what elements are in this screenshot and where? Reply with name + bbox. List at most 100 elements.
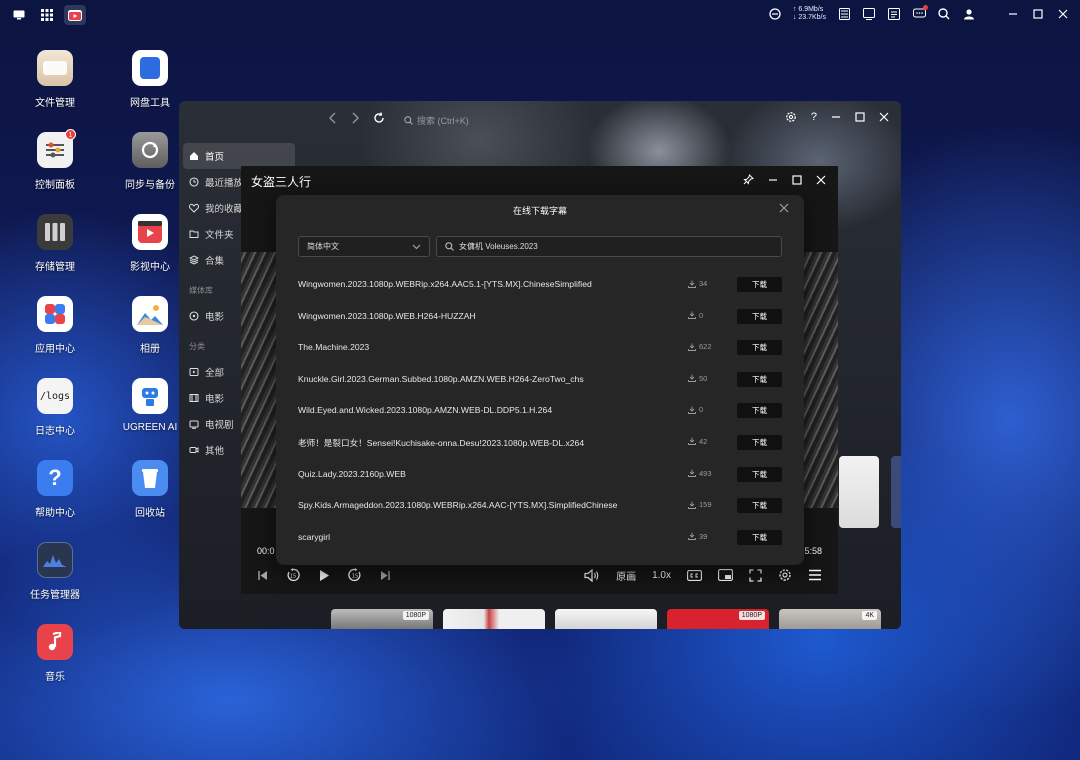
close-icon[interactable]: [816, 175, 826, 185]
download-button[interactable]: 下载: [737, 277, 782, 292]
monitor-panel-icon[interactable]: [862, 7, 876, 21]
sidebar-item-label: 合集: [205, 256, 225, 267]
desktop-icon-task-manager[interactable]: 任务管理器: [15, 542, 95, 601]
camera-icon: [189, 447, 199, 453]
download-button[interactable]: 下载: [737, 340, 782, 356]
subtitle-name: Spy.Kids.Armageddon.2023.1080p.WEBRip.x2…: [298, 500, 618, 511]
desktop-icon-label: 控制面板: [35, 180, 75, 191]
user-icon[interactable]: [962, 7, 976, 21]
download-count: 159: [688, 500, 712, 509]
back-icon[interactable]: [329, 112, 337, 124]
desktop-icon-photos[interactable]: 相册: [110, 296, 190, 355]
network-speed: ↑ 6.9Mb/s ↓ 23.7Kb/s: [793, 6, 826, 22]
folder-icon: [37, 50, 73, 86]
library-search-input[interactable]: 搜索 (Ctrl+K): [404, 110, 534, 130]
network-speed-icon[interactable]: [768, 7, 782, 21]
cloud-drive-icon: [132, 50, 168, 86]
download-count-icon: [688, 469, 696, 478]
taskbar-left: [8, 5, 86, 25]
download-button[interactable]: 下载: [737, 529, 782, 545]
picture-in-picture-icon[interactable]: [718, 569, 733, 581]
desktop-icon-app-center[interactable]: 应用中心: [15, 296, 95, 355]
close-icon[interactable]: [778, 202, 790, 214]
language-select[interactable]: 简体中文: [298, 236, 430, 257]
logs-icon: /logs: [37, 378, 73, 414]
quality-selector[interactable]: 原画: [616, 568, 636, 583]
desktop-icon-sync-backup[interactable]: 同步与备份: [110, 132, 190, 191]
fullscreen-icon[interactable]: [749, 568, 762, 582]
download-button[interactable]: 下载: [737, 403, 782, 419]
poster-thumbnail[interactable]: [891, 456, 901, 528]
subtitles-icon[interactable]: [687, 569, 702, 581]
poster-thumbnail[interactable]: [839, 456, 879, 528]
maximize-icon[interactable]: [792, 174, 802, 185]
desktop-icon-storage[interactable]: 存储管理: [15, 214, 95, 273]
minimize-icon[interactable]: [1006, 7, 1020, 21]
list-panel-icon[interactable]: [887, 7, 901, 21]
download-button[interactable]: 下载: [737, 498, 782, 514]
poster-thumbnail[interactable]: [555, 609, 657, 629]
close-icon[interactable]: [1056, 7, 1070, 21]
desktop-icon-label: 音乐: [45, 672, 65, 683]
desktop-icon-help-center[interactable]: ? 帮助中心: [15, 460, 95, 519]
sync-icon: [132, 132, 168, 168]
poster-thumbnail[interactable]: [443, 609, 545, 629]
desktop-icon-label: 回收站: [135, 508, 165, 519]
poster-thumbnail[interactable]: 1080P: [667, 609, 769, 629]
help-question-icon[interactable]: ?: [811, 111, 817, 123]
maximize-icon[interactable]: [1031, 7, 1045, 21]
playlist-icon[interactable]: [808, 569, 822, 581]
desktop-icon-music[interactable]: 音乐: [15, 624, 95, 683]
app-launcher-button[interactable]: [36, 5, 58, 25]
refresh-icon[interactable]: [373, 112, 385, 124]
poster-thumbnail[interactable]: 1080P: [331, 609, 433, 629]
list-item: Wingwomen.2023.1080p.WEB.H264-HUZZAH 0 下…: [276, 300, 804, 332]
desktop-icon-label: 相册: [140, 344, 160, 355]
desktop-icon-control-panel[interactable]: 1 控制面板: [15, 129, 95, 191]
desktop-icon-recycle-bin[interactable]: 回收站: [110, 460, 190, 519]
help-icon: ?: [37, 460, 73, 496]
nav-buttons: [329, 112, 385, 124]
desktop-icon-file-manager[interactable]: 文件管理: [15, 50, 95, 109]
previous-icon[interactable]: [257, 570, 268, 581]
download-count-icon: [688, 280, 696, 288]
download-count-icon: [688, 343, 696, 351]
download-button[interactable]: 下载: [737, 434, 782, 450]
show-desktop-button[interactable]: [8, 5, 30, 25]
messages-icon[interactable]: [912, 5, 928, 21]
sidebar-item-label: 全部: [205, 368, 225, 379]
pin-icon[interactable]: [743, 174, 754, 185]
desktop-icon-cloud-tool[interactable]: 网盘工具: [110, 50, 190, 109]
grid-icon: [41, 9, 53, 21]
download-button[interactable]: 下载: [737, 308, 782, 324]
rewind-15-icon[interactable]: 15: [286, 568, 300, 582]
desktop-icon-ugreen-ai[interactable]: UGREEN AI: [110, 378, 190, 433]
list-item: 老师！是裂口女！Sensei!Kuchisake-onna.Desu!2023.…: [276, 426, 804, 458]
volume-icon[interactable]: [584, 568, 600, 582]
taskbar-video-app[interactable]: [64, 5, 86, 25]
download-button[interactable]: 下载: [737, 466, 782, 482]
settings-gear-icon[interactable]: [778, 568, 792, 582]
search-icon: [404, 115, 413, 125]
next-icon[interactable]: [380, 570, 391, 581]
play-icon[interactable]: [318, 569, 330, 582]
desktop-icon-log-center[interactable]: /logs 日志中心: [15, 378, 95, 437]
speed-selector[interactable]: 1.0x: [652, 570, 671, 581]
close-icon[interactable]: [879, 112, 889, 122]
list-item: scarygirl 39 下载: [276, 521, 804, 553]
download-count-value: 159: [699, 500, 712, 510]
download-count-icon: [688, 311, 696, 320]
storage-icon[interactable]: [837, 7, 851, 21]
maximize-icon[interactable]: [855, 112, 865, 122]
forward-15-icon[interactable]: 15: [348, 568, 362, 582]
poster-thumbnail[interactable]: 4K: [779, 609, 881, 629]
search-icon[interactable]: [937, 7, 951, 21]
download-button[interactable]: 下载: [737, 371, 782, 387]
settings-gear-icon[interactable]: [785, 111, 797, 123]
forward-icon[interactable]: [351, 112, 359, 124]
minimize-icon[interactable]: [768, 175, 778, 185]
minimize-icon[interactable]: [831, 112, 841, 122]
app-center-icon: [37, 296, 73, 332]
subtitle-search-input[interactable]: 女傭机 Voleuses.2023: [436, 236, 782, 257]
desktop-icon-video-center[interactable]: 影视中心: [110, 214, 190, 273]
